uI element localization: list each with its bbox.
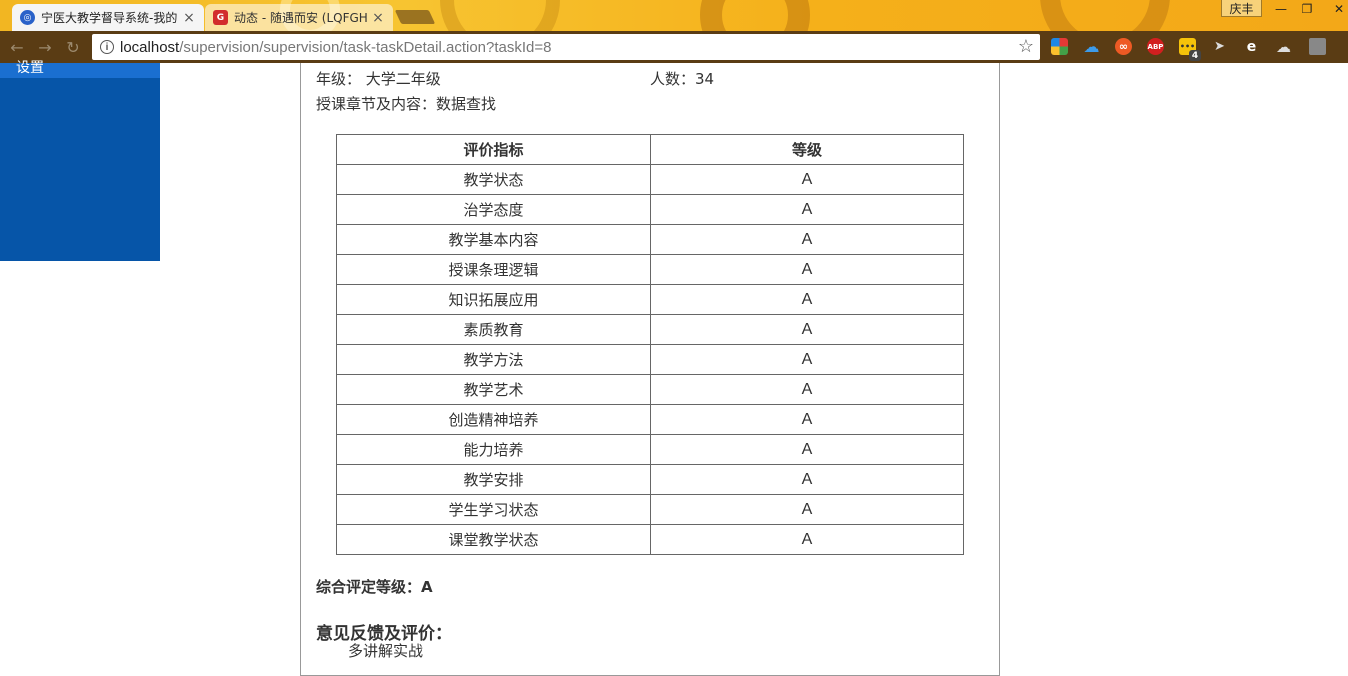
indicator-cell: 知识拓展应用 — [336, 284, 651, 315]
indicator-cell: 课堂教学状态 — [336, 524, 651, 555]
reload-icon[interactable]: ↻ — [62, 37, 84, 57]
new-tab-button[interactable] — [394, 10, 436, 24]
column-header-indicator: 评价指标 — [336, 134, 651, 165]
back-arrow-icon[interactable]: ← — [6, 37, 28, 57]
grade-cell: A — [650, 494, 964, 525]
chapter-value: 数据查找 — [436, 95, 497, 113]
close-tab-icon[interactable]: × — [182, 10, 196, 26]
grade-cell: A — [650, 434, 964, 465]
grade-cell: A — [650, 524, 964, 555]
overall-grade-label: 综合评定等级： — [316, 578, 422, 596]
restore-button[interactable]: ❐ — [1294, 0, 1320, 17]
grade-cell: A — [650, 374, 964, 405]
column-header-grade: 等级 — [650, 134, 964, 165]
grade-label: 年级： — [316, 70, 362, 88]
grade-cell: A — [650, 194, 964, 225]
theme-decoration — [700, 0, 810, 31]
grade-cell: A — [650, 164, 964, 195]
info-icon[interactable]: i — [100, 40, 114, 54]
overall-grade-value: A — [421, 578, 433, 596]
sidebar-item-label: 设置 — [16, 60, 44, 76]
theme-decoration — [1040, 0, 1170, 31]
table-row: 素质教育 A — [336, 314, 964, 345]
chrome-store-icon[interactable] — [1051, 38, 1068, 55]
grade-value: 大学二年级 — [365, 70, 441, 88]
adblock-plus-icon[interactable]: ABP — [1147, 38, 1164, 55]
onedrive-icon[interactable]: ☁ — [1083, 37, 1100, 56]
cloud-icon[interactable]: ☁ — [1275, 38, 1292, 56]
tab-blog[interactable]: G 动态 - 随遇而安 (LQFGH × — [205, 4, 393, 31]
url-path: /supervision/supervision/task-taskDetail… — [179, 38, 552, 56]
indicator-cell: 创造精神培养 — [336, 404, 651, 435]
minimize-button[interactable]: — — [1268, 0, 1294, 17]
grade-cell: A — [650, 344, 964, 375]
table-header-row: 评价指标 等级 — [336, 134, 964, 165]
table-row: 治学态度 A — [336, 194, 964, 225]
tab-title: 动态 - 随遇而安 (LQFGH — [234, 11, 367, 25]
bookmark-star-icon[interactable]: ☆ — [1018, 36, 1034, 57]
tab-supervision[interactable]: ◎ 宁医大教学督导系统-我的 × — [12, 4, 204, 31]
grade-cell: A — [650, 254, 964, 285]
indicator-cell: 教学基本内容 — [336, 224, 651, 255]
url-host: localhost — [120, 38, 180, 56]
grade-cell: A — [650, 404, 964, 435]
edge-icon[interactable]: e — [1243, 38, 1260, 55]
table-row: 能力培养 A — [336, 434, 964, 465]
grade-cell: A — [650, 224, 964, 255]
infinity-icon[interactable]: ∞ — [1115, 38, 1132, 55]
forward-arrow-icon[interactable]: → — [34, 37, 56, 57]
table-row: 教学状态 A — [336, 164, 964, 195]
sidebar-item-settings[interactable]: 设置 — [0, 60, 160, 78]
extension-badge: 4 — [1189, 50, 1201, 61]
profile-button[interactable]: 庆丰 — [1221, 0, 1262, 17]
chapter-info: 授课章节及内容：数据查找 — [316, 93, 496, 114]
indicator-cell: 能力培养 — [336, 434, 651, 465]
indicator-cell: 教学艺术 — [336, 374, 651, 405]
table-row: 课堂教学状态 A — [336, 524, 964, 555]
student-count-info: 人数：34 — [650, 68, 714, 89]
feedback-text: 多讲解实战 — [348, 642, 424, 660]
close-window-button[interactable]: ✕ — [1326, 0, 1348, 17]
grade-info: 年级： 大学二年级 — [316, 68, 441, 89]
indicator-cell: 教学状态 — [336, 164, 651, 195]
table-row: 学生学习状态 A — [336, 494, 964, 525]
table-row: 知识拓展应用 A — [336, 284, 964, 315]
indicator-cell: 治学态度 — [336, 194, 651, 225]
indicator-cell: 教学安排 — [336, 464, 651, 495]
overall-grade: 综合评定等级：A — [316, 576, 433, 597]
theme-decoration — [440, 0, 560, 31]
table-row: 教学方法 A — [336, 344, 964, 375]
address-bar[interactable]: i localhost/supervision/supervision/task… — [92, 34, 1040, 60]
site-favicon-icon: ◎ — [20, 10, 35, 25]
table-row: 教学艺术 A — [336, 374, 964, 405]
indicator-cell: 学生学习状态 — [336, 494, 651, 525]
ext-grey-icon[interactable] — [1309, 38, 1326, 55]
table-row: 创造精神培养 A — [336, 404, 964, 435]
table-row: 授课条理逻辑 A — [336, 254, 964, 285]
indicator-cell: 教学方法 — [336, 344, 651, 375]
grade-cell: A — [650, 314, 964, 345]
cursor-icon[interactable]: ➤ — [1211, 38, 1228, 55]
tab-title: 宁医大教学督导系统-我的 — [41, 11, 178, 25]
blog-favicon-icon: G — [213, 10, 228, 25]
table-row: 教学安排 A — [336, 464, 964, 495]
table-row: 教学基本内容 A — [336, 224, 964, 255]
grade-cell: A — [650, 464, 964, 495]
grade-cell: A — [650, 284, 964, 315]
count-label: 人数： — [650, 70, 696, 88]
chapter-label: 授课章节及内容： — [316, 95, 437, 113]
indicator-cell: 素质教育 — [336, 314, 651, 345]
evaluation-table: 评价指标 等级 教学状态 A 治学态度 A 教学基本内容 A 授课条理逻辑 A 知识拓展… — [336, 134, 964, 555]
count-value: 34 — [695, 70, 715, 88]
indicator-cell: 授课条理逻辑 — [336, 254, 651, 285]
close-tab-icon[interactable]: × — [371, 10, 385, 26]
sidebar: 设置 — [0, 60, 160, 261]
